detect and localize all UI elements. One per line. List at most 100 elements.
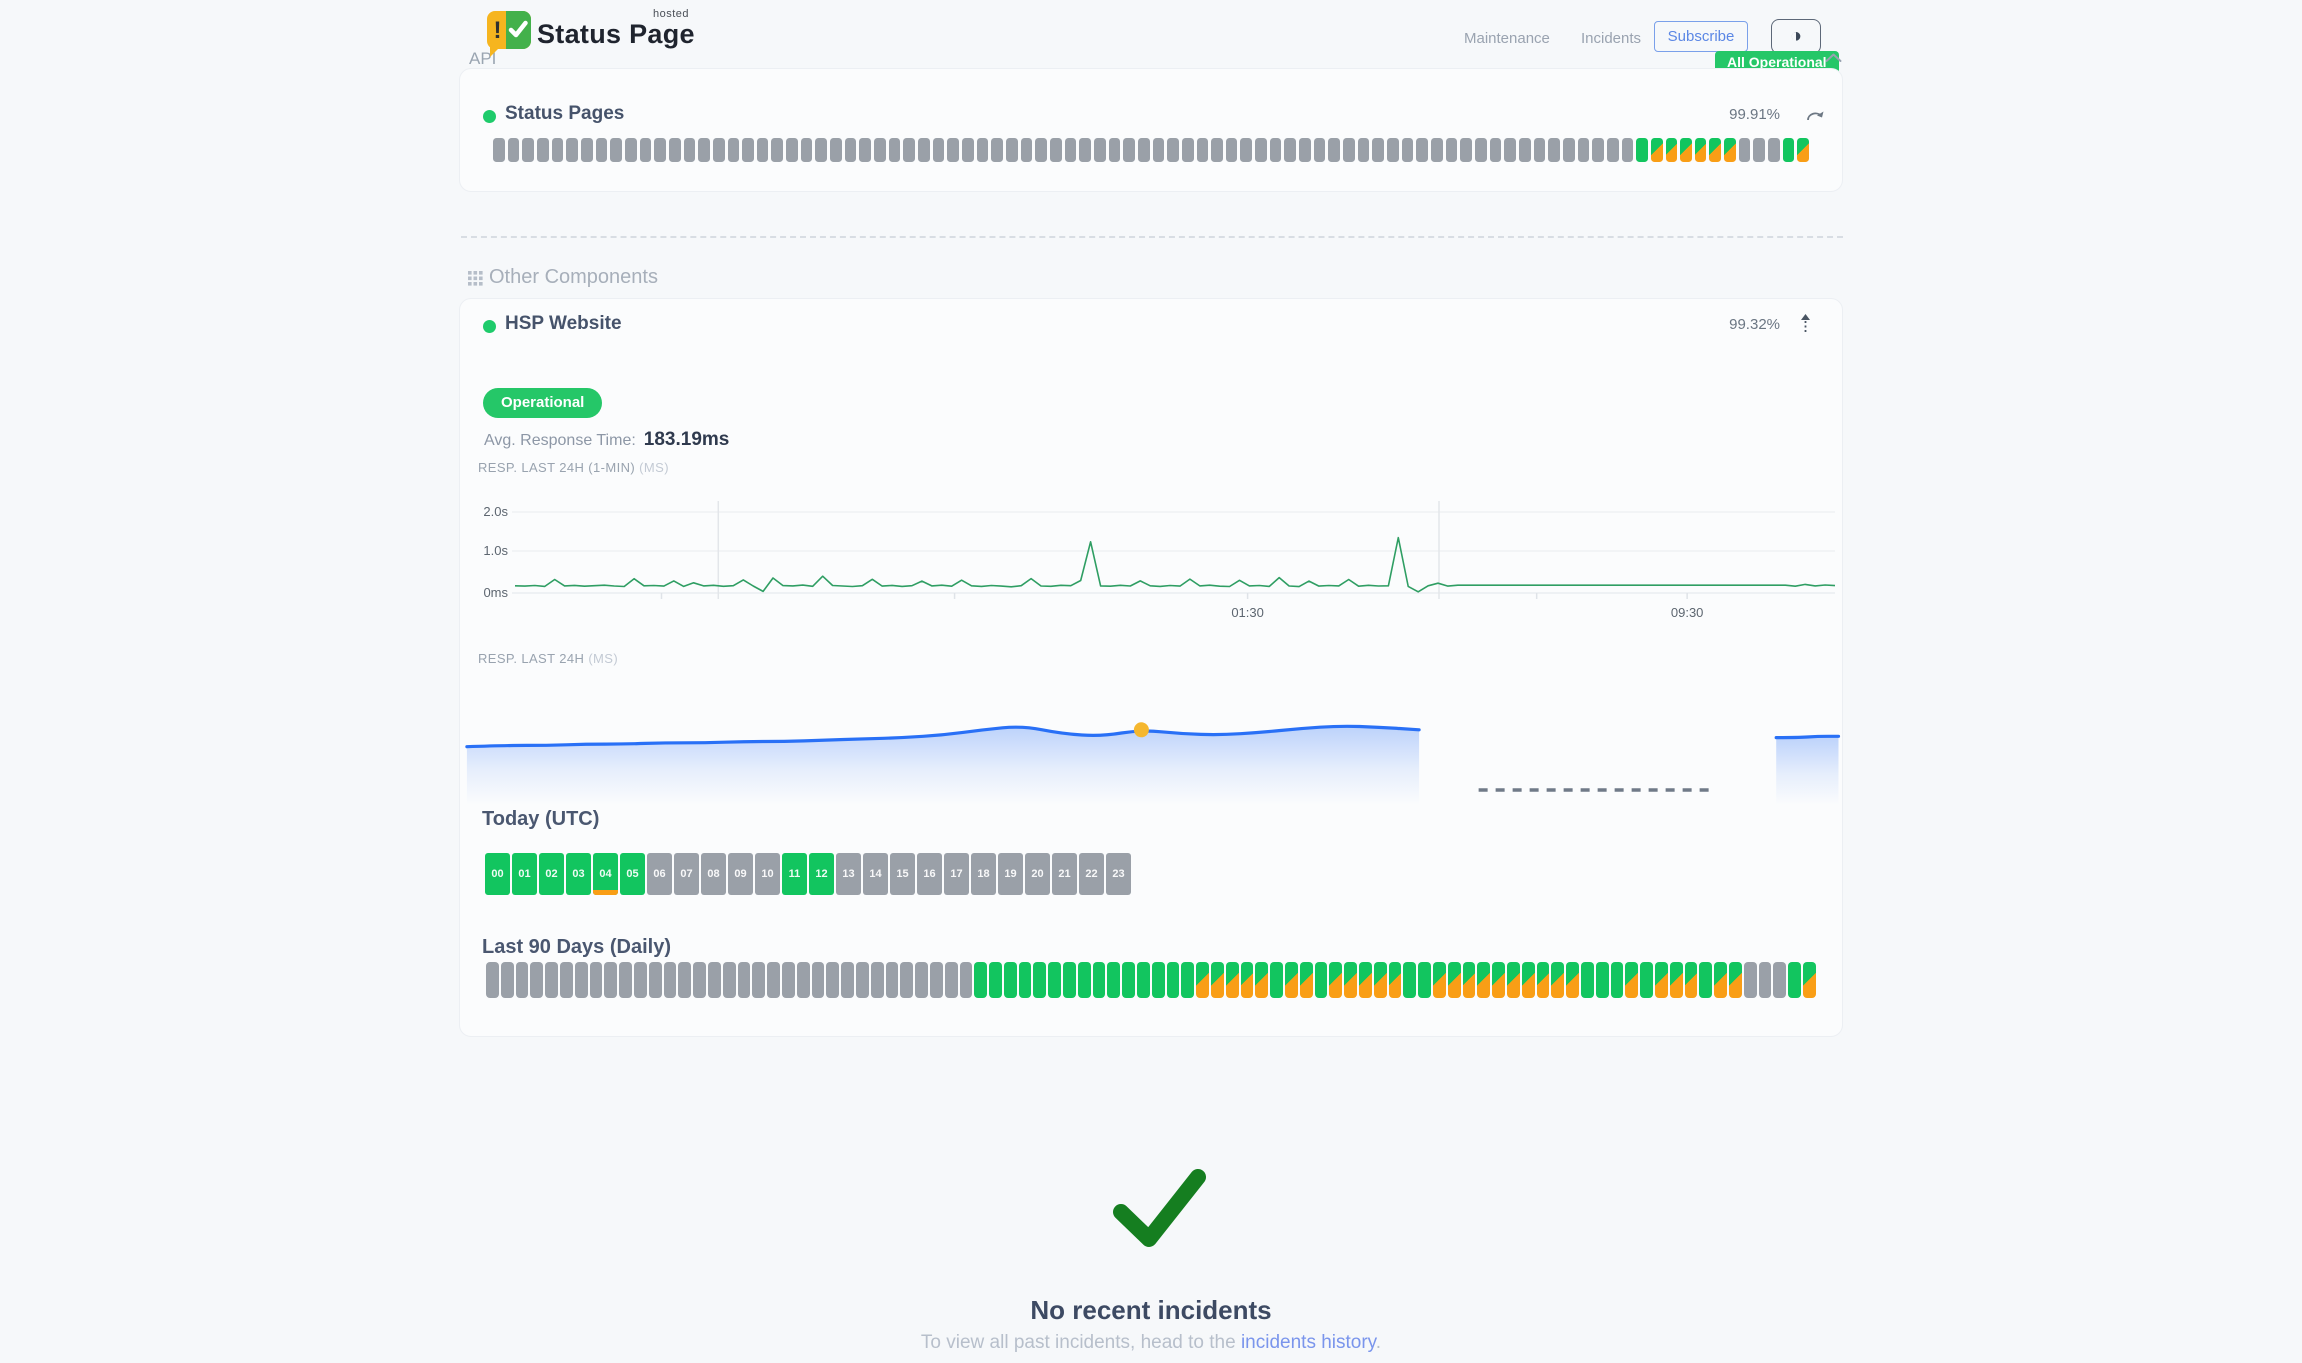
uptime-bar[interactable] (786, 138, 798, 162)
chevron-up-icon[interactable] (1825, 53, 1842, 63)
uptime-bar[interactable] (1048, 962, 1061, 998)
uptime-bar[interactable] (1006, 138, 1018, 162)
uptime-bar[interactable] (797, 962, 810, 998)
uptime-bar[interactable] (1788, 962, 1801, 998)
uptime-bar[interactable] (1773, 962, 1786, 998)
uptime-bar[interactable] (989, 962, 1002, 998)
uptime-bar[interactable] (1699, 962, 1712, 998)
uptime-bar[interactable] (545, 962, 558, 998)
hour-block-01[interactable]: 01 (512, 853, 537, 895)
uptime-bar[interactable] (1329, 962, 1342, 998)
uptime-bar[interactable] (782, 962, 795, 998)
uptime-bar[interactable] (1167, 962, 1180, 998)
uptime-bar[interactable] (1744, 962, 1757, 998)
uptime-bar[interactable] (522, 138, 534, 162)
uptime-bar[interactable] (1197, 138, 1209, 162)
nav-maintenance[interactable]: Maintenance (1464, 30, 1550, 47)
uptime-bar[interactable] (1153, 138, 1165, 162)
uptime-bar[interactable] (1803, 962, 1816, 998)
uptime-bar[interactable] (1680, 138, 1692, 162)
uptime-bar[interactable] (1284, 138, 1296, 162)
uptime-bar[interactable] (1534, 138, 1546, 162)
uptime-bar[interactable] (1448, 962, 1461, 998)
uptime-bar[interactable] (1138, 138, 1150, 162)
uptime-bar[interactable] (874, 138, 886, 162)
uptime-bar[interactable] (1374, 962, 1387, 998)
uptime-bar[interactable] (845, 138, 857, 162)
uptime-bar[interactable] (1714, 962, 1727, 998)
hour-block-12[interactable]: 12 (809, 853, 834, 895)
uptime-bar[interactable] (1372, 138, 1384, 162)
uptime-bar[interactable] (1670, 962, 1683, 998)
uptime-bar[interactable] (1182, 138, 1194, 162)
hour-block-04[interactable]: 04 (593, 853, 618, 895)
nav-incidents[interactable]: Incidents (1581, 30, 1641, 47)
uptime-bar[interactable] (678, 962, 691, 998)
uptime-bar[interactable] (596, 138, 608, 162)
uptime-bar[interactable] (1581, 962, 1594, 998)
uptime-bar[interactable] (1241, 962, 1254, 998)
uptime-bar[interactable] (1695, 138, 1707, 162)
uptime-bar[interactable] (1753, 138, 1765, 162)
hour-block-18[interactable]: 18 (971, 853, 996, 895)
uptime-bar[interactable] (552, 138, 564, 162)
hour-block-08[interactable]: 08 (701, 853, 726, 895)
uptime-bar[interactable] (903, 138, 915, 162)
uptime-bar[interactable] (1566, 962, 1579, 998)
uptime-bar[interactable] (974, 962, 987, 998)
uptime-bar[interactable] (1035, 138, 1047, 162)
hour-block-15[interactable]: 15 (890, 853, 915, 895)
uptime-bar[interactable] (728, 138, 740, 162)
uptime-bar[interactable] (1358, 138, 1370, 162)
uptime-bar[interactable] (1122, 962, 1135, 998)
uptime-bar[interactable] (960, 962, 973, 998)
uptime-bar[interactable] (1504, 138, 1516, 162)
uptime-bar[interactable] (640, 138, 652, 162)
uptime-bar[interactable] (723, 962, 736, 998)
hour-block-00[interactable]: 00 (485, 853, 510, 895)
uptime-bar[interactable] (1783, 138, 1795, 162)
uptime-bar[interactable] (654, 138, 666, 162)
uptime-bar[interactable] (1270, 138, 1282, 162)
uptime-bar[interactable] (947, 138, 959, 162)
uptime-bar[interactable] (1537, 962, 1550, 998)
uptime-bar[interactable] (738, 962, 751, 998)
uptime-bar[interactable] (1578, 138, 1590, 162)
hour-block-03[interactable]: 03 (566, 853, 591, 895)
hour-block-07[interactable]: 07 (674, 853, 699, 895)
uptime-bar[interactable] (1519, 138, 1531, 162)
uptime-bar[interactable] (1167, 138, 1179, 162)
hour-block-20[interactable]: 20 (1025, 853, 1050, 895)
uptime-bar[interactable] (1226, 138, 1238, 162)
uptime-bar[interactable] (575, 962, 588, 998)
uptime-bar[interactable] (977, 138, 989, 162)
uptime-bar[interactable] (1315, 962, 1328, 998)
uptime-bar[interactable] (1655, 962, 1668, 998)
uptime-bar[interactable] (1123, 138, 1135, 162)
uptime-bar[interactable] (664, 962, 677, 998)
uptime-bar[interactable] (1403, 962, 1416, 998)
uptime-bar[interactable] (1759, 962, 1772, 998)
uptime-bar[interactable] (1299, 138, 1311, 162)
uptime-bar[interactable] (1797, 138, 1809, 162)
uptime-bar[interactable] (1050, 138, 1062, 162)
uptime-bar[interactable] (856, 962, 869, 998)
uptime-bar[interactable] (1685, 962, 1698, 998)
hour-block-02[interactable]: 02 (539, 853, 564, 895)
uptime-bar[interactable] (581, 138, 593, 162)
uptime-bar[interactable] (1094, 138, 1106, 162)
hour-block-05[interactable]: 05 (620, 853, 645, 895)
uptime-bar[interactable] (1416, 138, 1428, 162)
uptime-bar[interactable] (752, 962, 765, 998)
uptime-bar[interactable] (537, 138, 549, 162)
uptime-bar[interactable] (1596, 962, 1609, 998)
response-time-area-chart[interactable] (460, 677, 1844, 817)
uptime-bar[interactable] (508, 138, 520, 162)
uptime-bar[interactable] (530, 962, 543, 998)
uptime-bar[interactable] (1522, 962, 1535, 998)
hour-block-10[interactable]: 10 (755, 853, 780, 895)
uptime-bar[interactable] (889, 138, 901, 162)
uptime-bar[interactable] (1418, 962, 1431, 998)
uptime-bar[interactable] (610, 138, 622, 162)
subscribe-button[interactable]: Subscribe (1654, 21, 1748, 52)
